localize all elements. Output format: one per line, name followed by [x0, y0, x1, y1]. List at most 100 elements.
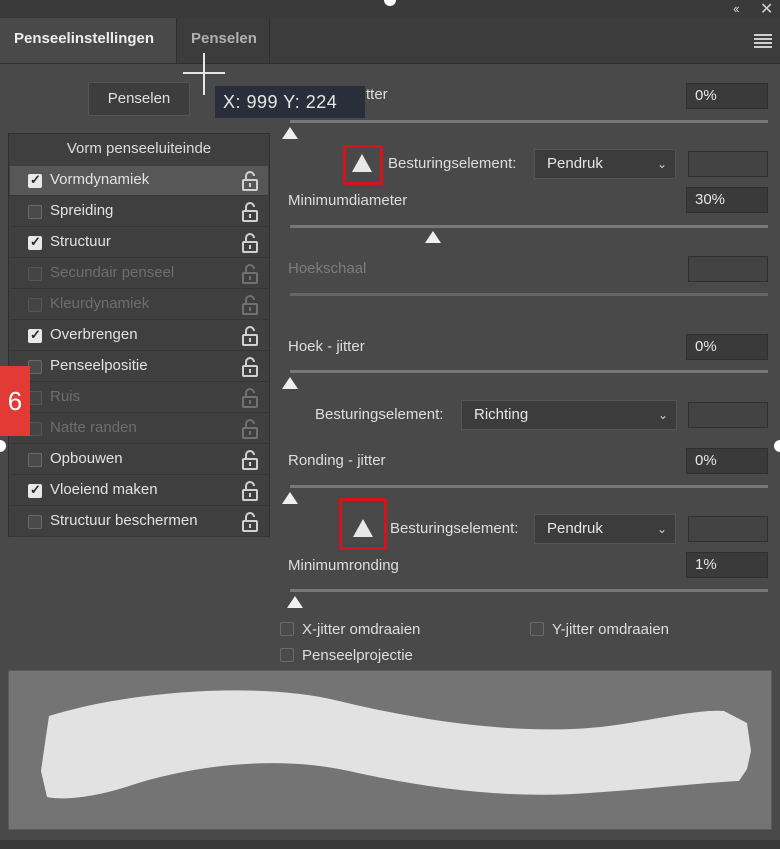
flip-y-checkbox[interactable]: [530, 622, 544, 636]
tab-brush-settings[interactable]: Penseelinstellingen: [0, 18, 176, 63]
close-icon[interactable]: ✕: [760, 0, 773, 19]
chevron-down-icon: ⌄: [656, 522, 667, 536]
tilt-scale-field: [688, 256, 768, 282]
control-select-1[interactable]: Pendruk ⌄: [534, 149, 676, 179]
roundness-jitter-slider-thumb[interactable]: [282, 492, 298, 504]
roundness-jitter-field[interactable]: 0%: [686, 448, 768, 474]
option-row[interactable]: Vormdynamiek: [10, 166, 268, 196]
lock-icon: [240, 294, 260, 316]
panel-bottom-strip: [0, 840, 780, 849]
brush-projection-checkbox[interactable]: [280, 648, 294, 662]
option-checkbox[interactable]: [28, 515, 42, 529]
lock-icon[interactable]: [240, 480, 260, 502]
brush-tip-shape-header[interactable]: Vorm penseeluiteinde: [8, 135, 270, 163]
option-row: Natte randen: [10, 414, 268, 444]
option-checkbox[interactable]: [28, 172, 42, 188]
option-checkbox: [28, 391, 42, 405]
control-label-2: Besturingselement:: [315, 406, 444, 423]
min-roundness-slider-thumb[interactable]: [286, 596, 303, 608]
option-label: Structuur: [50, 233, 111, 250]
lock-icon[interactable]: [240, 232, 260, 254]
warning-icon: [353, 519, 373, 537]
option-row[interactable]: Overbrengen: [10, 321, 268, 351]
control-value-field-1[interactable]: [688, 151, 768, 177]
option-label: Ruis: [50, 388, 81, 405]
option-row: Kleurdynamiek: [10, 290, 268, 320]
min-diameter-slider[interactable]: [290, 225, 768, 228]
size-jitter-slider-thumb[interactable]: [282, 127, 298, 139]
warning-icon: [352, 154, 372, 172]
size-jitter-label: tter: [366, 86, 388, 103]
option-checkbox[interactable]: [28, 327, 42, 343]
lock-icon: [240, 387, 260, 409]
flip-y-label: Y-jitter omdraaien: [552, 621, 670, 638]
min-diameter-slider-thumb[interactable]: [425, 231, 442, 243]
lock-icon[interactable]: [240, 170, 260, 192]
tilt-scale-label: Hoekschaal: [288, 260, 367, 277]
option-row: Ruis: [10, 383, 268, 413]
angle-jitter-label: Hoek - jitter: [288, 338, 365, 355]
panel-menu-icon[interactable]: [754, 34, 772, 50]
lock-icon[interactable]: [240, 356, 260, 378]
lock-icon[interactable]: [240, 201, 260, 223]
collapse-icon[interactable]: ‹‹: [733, 1, 740, 16]
option-row: Secundair penseel: [10, 259, 268, 289]
control-select-3[interactable]: Pendruk ⌄: [534, 514, 676, 544]
lock-icon[interactable]: [240, 511, 260, 533]
option-label: Penseelpositie: [50, 357, 148, 374]
min-roundness-slider[interactable]: [290, 589, 768, 592]
min-roundness-field[interactable]: 1%: [686, 552, 768, 578]
option-label: Kleurdynamiek: [50, 295, 150, 312]
chevron-down-icon: ⌄: [657, 408, 668, 422]
resize-handle-right[interactable]: [774, 440, 780, 452]
option-row[interactable]: Structuur beschermen: [10, 507, 268, 537]
option-row[interactable]: Penseelpositie: [10, 352, 268, 382]
size-jitter-slider[interactable]: [290, 120, 768, 123]
option-checkbox[interactable]: [28, 453, 42, 467]
option-row[interactable]: Vloeiend maken: [10, 476, 268, 506]
option-label: Overbrengen: [50, 326, 138, 343]
min-diameter-label: Minimumdiameter: [288, 192, 408, 209]
lock-icon[interactable]: [240, 325, 260, 347]
control-select-2-value: Richting: [474, 406, 529, 423]
crosshair-cursor-icon-vertical: [203, 53, 205, 95]
angle-jitter-field[interactable]: 0%: [686, 334, 768, 360]
brush-stroke-preview: [8, 670, 772, 830]
angle-jitter-slider-thumb[interactable]: [282, 377, 298, 389]
option-checkbox: [28, 422, 42, 436]
roundness-jitter-slider[interactable]: [290, 485, 768, 488]
option-checkbox[interactable]: [28, 360, 42, 374]
flip-x-checkbox[interactable]: [280, 622, 294, 636]
option-row[interactable]: Spreiding: [10, 197, 268, 227]
angle-jitter-slider[interactable]: [290, 370, 768, 373]
option-label: Vormdynamiek: [50, 171, 150, 188]
option-label: Spreiding: [50, 202, 114, 219]
min-diameter-field[interactable]: 30%: [686, 187, 768, 213]
option-label: Secundair penseel: [50, 264, 175, 281]
roundness-jitter-label: Ronding - jitter: [288, 452, 386, 469]
option-label: Opbouwen: [50, 450, 123, 467]
brush-stroke-shape: [41, 690, 751, 799]
tab-brushes[interactable]: Penselen: [176, 18, 270, 63]
option-label: Structuur beschermen: [50, 512, 198, 529]
control-value-field-2[interactable]: [688, 402, 768, 428]
brushes-button[interactable]: Penselen: [88, 82, 190, 116]
size-jitter-field[interactable]: 0%: [686, 83, 768, 109]
control-select-2[interactable]: Richting ⌄: [461, 400, 677, 430]
resize-handle-left[interactable]: [0, 440, 6, 452]
option-checkbox: [28, 267, 42, 281]
option-row[interactable]: Opbouwen: [10, 445, 268, 475]
option-checkbox[interactable]: [28, 482, 42, 498]
option-label: Natte randen: [50, 419, 137, 436]
option-row[interactable]: Structuur: [10, 228, 268, 258]
lock-icon: [240, 263, 260, 285]
side-tab: 6: [0, 366, 30, 436]
control-select-1-value: Pendruk: [547, 155, 603, 172]
control-label-3: Besturingselement:: [390, 520, 519, 537]
control-value-field-3[interactable]: [688, 516, 768, 542]
lock-icon[interactable]: [240, 449, 260, 471]
option-checkbox[interactable]: [28, 205, 42, 219]
min-roundness-label: Minimumronding: [288, 557, 399, 574]
option-label: Vloeiend maken: [50, 481, 158, 498]
option-checkbox[interactable]: [28, 234, 42, 250]
